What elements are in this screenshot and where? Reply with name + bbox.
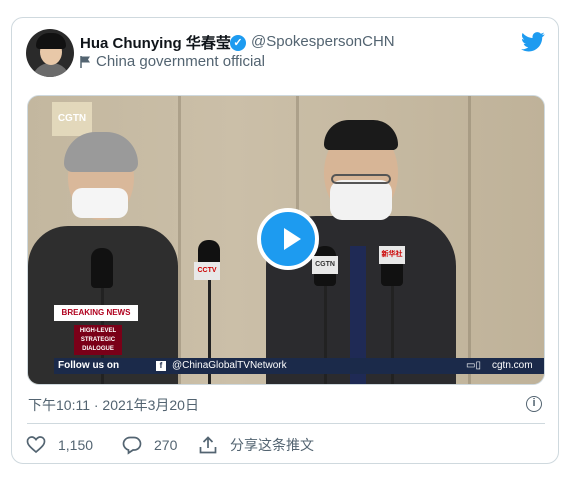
video-player[interactable]: CGTN CCTV CGTN 新华社 BREAKING NEWS HIGH-LE… (27, 95, 545, 385)
news-ticker: Follow us on f @ChinaGlobalTVNetwork ▭▯ … (54, 358, 544, 374)
devices-icon: ▭▯ (466, 360, 481, 371)
verified-badge-icon: ✓ (230, 35, 246, 51)
mic-label: 新华社 (379, 246, 405, 264)
reply-button[interactable]: 270 (122, 434, 177, 456)
heart-icon (26, 436, 46, 454)
share-icon (199, 436, 217, 454)
reply-count: 270 (154, 437, 178, 453)
divider (27, 423, 545, 424)
mic-label: CGTN (312, 256, 338, 274)
tweet-card[interactable]: Hua Chunying 华春莹 ✓ @SpokespersonCHN Chin… (11, 17, 559, 464)
flag-icon (80, 56, 90, 68)
author-handle[interactable]: @SpokespersonCHN (251, 33, 395, 50)
ticker-account: @ChinaGlobalTVNetwork (172, 360, 287, 371)
info-icon[interactable]: i (526, 396, 542, 412)
account-label: China government official (96, 53, 265, 70)
reply-icon (122, 436, 142, 455)
facebook-icon: f (156, 361, 166, 371)
play-icon[interactable] (257, 208, 319, 270)
avatar[interactable] (26, 29, 74, 77)
twitter-bird-icon[interactable] (521, 32, 545, 52)
breaking-news-banner: BREAKING NEWS (54, 305, 138, 321)
like-button[interactable]: 1,150 (26, 434, 93, 456)
mic-label: CCTV (194, 262, 220, 280)
ticker-follow: Follow us on (58, 360, 120, 371)
tweet-timestamp[interactable]: 下午10:11 · 2021年3月20日 (28, 395, 199, 415)
share-label: 分享这条推文 (230, 437, 314, 453)
cgtn-logo: CGTN (52, 102, 92, 136)
share-button[interactable]: 分享这条推文 (198, 434, 314, 456)
author-name[interactable]: Hua Chunying 华春莹 (80, 32, 231, 53)
like-count: 1,150 (58, 437, 94, 453)
strapline: HIGH-LEVEL STRATEGIC DIALOGUE (74, 325, 122, 355)
ticker-site: cgtn.com (492, 360, 533, 371)
